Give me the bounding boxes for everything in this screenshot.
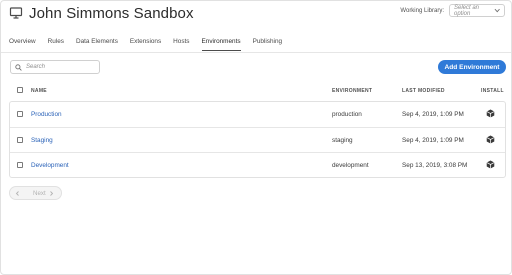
chevron-right-icon — [49, 190, 53, 196]
row-checkbox[interactable] — [17, 162, 23, 168]
install-package-icon[interactable] — [486, 160, 495, 169]
previous-page-button[interactable] — [10, 187, 24, 199]
pagination: Next — [9, 186, 62, 200]
chevron-down-icon — [494, 8, 500, 13]
working-library-label: Working Library: — [400, 7, 444, 14]
column-environment[interactable]: ENVIRONMENT — [332, 88, 372, 94]
tab-extensions[interactable]: Extensions — [130, 38, 161, 51]
tab-data-elements[interactable]: Data Elements — [76, 38, 118, 51]
tab-environments[interactable]: Environments — [201, 38, 241, 51]
row-checkbox[interactable] — [17, 137, 23, 143]
row-checkbox[interactable] — [17, 111, 23, 117]
page-header: John Simmons Sandbox — [9, 4, 194, 22]
select-all-checkbox[interactable] — [17, 87, 23, 93]
environment-name-link[interactable]: Staging — [31, 137, 53, 144]
column-install: INSTALL — [481, 88, 504, 94]
tab-hosts[interactable]: Hosts — [173, 38, 189, 51]
working-library-placeholder: Select an option — [454, 4, 480, 17]
tab-bar: Overview Rules Data Elements Extensions … — [9, 38, 294, 51]
environment-type: production — [332, 111, 362, 118]
next-page-label: Next — [33, 189, 46, 197]
table-row: Development development Sep 13, 2019, 3:… — [10, 152, 505, 178]
last-modified: Sep 13, 2019, 3:08 PM — [402, 162, 468, 169]
next-page-button[interactable]: Next — [33, 190, 54, 197]
add-environment-button[interactable]: Add Environment — [438, 60, 506, 74]
last-modified: Sep 4, 2019, 1:09 PM — [402, 111, 464, 118]
chevron-left-icon — [15, 190, 19, 196]
tab-overview[interactable]: Overview — [9, 38, 36, 51]
environment-name-link[interactable]: Development — [31, 162, 69, 169]
environment-type: development — [332, 162, 369, 169]
install-package-icon[interactable] — [486, 109, 495, 118]
monitor-icon — [9, 7, 23, 19]
tab-rules[interactable]: Rules — [48, 38, 64, 51]
table-row: Staging staging Sep 4, 2019, 1:09 PM — [10, 127, 505, 153]
last-modified: Sep 4, 2019, 1:09 PM — [402, 137, 464, 144]
column-name[interactable]: NAME — [31, 88, 47, 94]
tabs-divider — [1, 52, 511, 53]
search-icon — [15, 63, 22, 71]
page-title: John Simmons Sandbox — [29, 4, 194, 22]
working-library: Working Library: Select an option — [400, 4, 505, 17]
search-placeholder: Search — [26, 64, 46, 70]
environments-table: Production production Sep 4, 2019, 1:09 … — [9, 101, 506, 178]
table-row: Production production Sep 4, 2019, 1:09 … — [10, 102, 505, 127]
tab-publishing[interactable]: Publishing — [253, 38, 283, 51]
table-header: NAME ENVIRONMENT LAST MODIFIED INSTALL — [9, 84, 506, 96]
environment-type: staging — [332, 137, 353, 144]
search-input[interactable]: Search — [10, 60, 100, 74]
install-package-icon[interactable] — [486, 135, 495, 144]
app-frame: John Simmons Sandbox Working Library: Se… — [0, 0, 512, 275]
working-library-select[interactable]: Select an option — [449, 4, 505, 17]
column-last-modified[interactable]: LAST MODIFIED — [402, 88, 445, 94]
environment-name-link[interactable]: Production — [31, 111, 62, 118]
